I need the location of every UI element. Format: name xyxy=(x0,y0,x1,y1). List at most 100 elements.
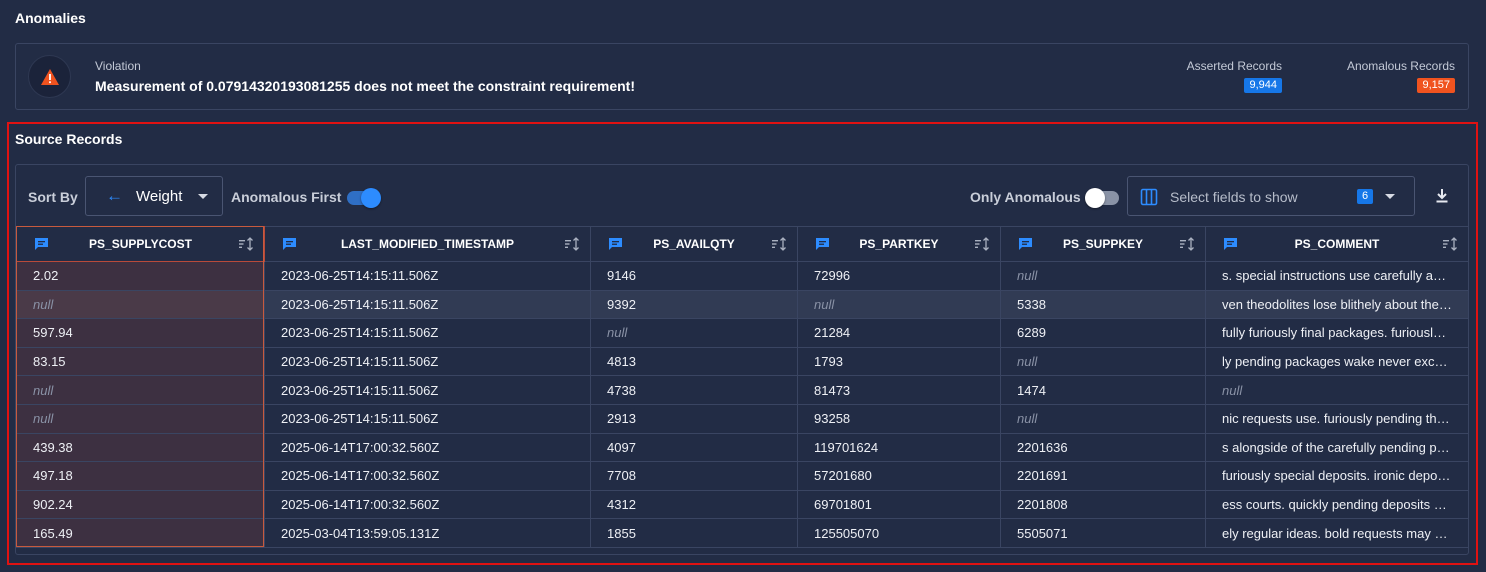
warning-triangle-icon xyxy=(40,68,59,85)
table-cell: 2023-06-25T14:15:11.506Z xyxy=(264,403,591,434)
columns-icon xyxy=(1140,188,1158,206)
table-cell: 2023-06-25T14:15:11.506Z xyxy=(264,346,591,377)
table-row[interactable]: null 2023-06-25T14:15:11.506Z 2913 93258 nul… xyxy=(16,403,1469,434)
violation-label: Violation xyxy=(95,59,141,73)
download-icon[interactable] xyxy=(1432,186,1452,206)
table-cell: 497.18 xyxy=(16,461,265,491)
table-cell: null xyxy=(1000,261,1206,291)
violation-message: Measurement of 0.07914320193081255 does … xyxy=(95,78,635,94)
sort-icon[interactable] xyxy=(564,237,580,251)
anomalies-title: Anomalies xyxy=(15,10,86,26)
table-cell: 902.24 xyxy=(16,489,265,520)
table-cell: 2025-03-04T13:59:05.131Z xyxy=(264,518,591,548)
table-cell: 2025-06-14T17:00:32.560Z xyxy=(264,432,591,463)
table-cell: 4738 xyxy=(590,375,798,405)
toggle-knob xyxy=(1085,188,1105,208)
column-header-label: LAST_MODIFIED_TIMESTAMP xyxy=(340,237,515,251)
comment-icon[interactable] xyxy=(34,237,49,251)
column-header[interactable]: LAST_MODIFIED_TIMESTAMP xyxy=(264,226,591,262)
column-header[interactable]: PS_AVAILQTY xyxy=(590,226,798,262)
table-cell: ess courts. quickly pending deposits sly… xyxy=(1205,489,1469,520)
anomalous-first-label: Anomalous First xyxy=(231,189,342,205)
table-cell: ely regular ideas. bold requests may eat… xyxy=(1205,518,1469,548)
table-cell: 119701624 xyxy=(797,432,1001,463)
sort-icon[interactable] xyxy=(974,237,990,251)
table-cell: 1793 xyxy=(797,346,1001,377)
comment-icon[interactable] xyxy=(1018,237,1033,251)
select-fields-dropdown[interactable]: Select fields to show 6 xyxy=(1127,176,1415,216)
comment-icon[interactable] xyxy=(282,237,297,251)
table-row[interactable]: 497.18 2025-06-14T17:00:32.560Z 7708 572016… xyxy=(16,461,1469,491)
table-cell: null xyxy=(797,289,1001,320)
sort-by-label: Sort By xyxy=(28,189,78,205)
anomalous-records-label: Anomalous Records xyxy=(1346,59,1455,73)
column-header[interactable]: PS_COMMENT xyxy=(1205,226,1469,262)
table-cell: 2201691 xyxy=(1000,461,1206,491)
table-cell: 2201808 xyxy=(1000,489,1206,520)
table-cell: fully furiously final packages. furiousl… xyxy=(1205,318,1469,348)
table-cell: null xyxy=(16,403,265,434)
column-header[interactable]: PS_SUPPKEY xyxy=(1000,226,1206,262)
table-cell: null xyxy=(1000,346,1206,377)
table-cell: 81473 xyxy=(797,375,1001,405)
table-cell: 2023-06-25T14:15:11.506Z xyxy=(264,289,591,320)
table-row[interactable]: null 2023-06-25T14:15:11.506Z 9392 null 5338… xyxy=(16,289,1469,320)
anomalous-first-toggle[interactable] xyxy=(347,188,381,208)
asserted-records-label: Asserted Records xyxy=(1186,59,1282,73)
table-cell: 2023-06-25T14:15:11.506Z xyxy=(264,375,591,405)
only-anomalous-label: Only Anomalous xyxy=(970,189,1081,205)
sort-icon[interactable] xyxy=(1179,237,1195,251)
table-cell: null xyxy=(1000,403,1206,434)
comment-icon[interactable] xyxy=(815,237,830,251)
column-header[interactable]: PS_SUPPLYCOST xyxy=(16,226,265,262)
table-cell: null xyxy=(1205,375,1469,405)
sort-by-select[interactable]: ← Weight xyxy=(85,176,223,216)
comment-icon[interactable] xyxy=(1223,237,1238,251)
source-records-title: Source Records xyxy=(15,131,123,147)
column-header[interactable]: PS_PARTKEY xyxy=(797,226,1001,262)
select-fields-placeholder: Select fields to show xyxy=(1170,189,1298,205)
selected-fields-count: 6 xyxy=(1357,189,1374,204)
only-anomalous-toggle[interactable] xyxy=(1085,188,1119,208)
comment-icon[interactable] xyxy=(608,237,623,251)
table-cell: 72996 xyxy=(797,261,1001,291)
table-cell: 2.02 xyxy=(16,261,265,291)
table-row[interactable]: 902.24 2025-06-14T17:00:32.560Z 4312 697018… xyxy=(16,489,1469,520)
table-cell: 2025-06-14T17:00:32.560Z xyxy=(264,489,591,520)
table-cell: ven theodolites lose blithely about the … xyxy=(1205,289,1469,320)
table-cell: 4097 xyxy=(590,432,798,463)
chevron-down-icon xyxy=(198,194,208,199)
sort-icon[interactable] xyxy=(771,237,787,251)
table-cell: 69701801 xyxy=(797,489,1001,520)
table-cell: 21284 xyxy=(797,318,1001,348)
table-cell: 6289 xyxy=(1000,318,1206,348)
sort-icon[interactable] xyxy=(238,237,254,251)
anomalous-records-stat: Anomalous Records 9,157 xyxy=(1347,59,1455,93)
table-cell: nic requests use. furiously pending theo… xyxy=(1205,403,1469,434)
asserted-records-badge: 9,944 xyxy=(1244,78,1282,93)
table-cell: 2023-06-25T14:15:11.506Z xyxy=(264,318,591,348)
anomalous-records-badge: 9,157 xyxy=(1417,78,1455,93)
table-row[interactable]: 2.02 2023-06-25T14:15:11.506Z 9146 72996 nul… xyxy=(16,261,1469,291)
table-row[interactable]: 83.15 2023-06-25T14:15:11.506Z 4813 1793 nul… xyxy=(16,346,1469,377)
table-cell: 125505070 xyxy=(797,518,1001,548)
table-cell: 165.49 xyxy=(16,518,265,548)
source-records-panel: Sort By ← Weight Anomalous First Only An… xyxy=(15,164,1469,555)
table-cell: 7708 xyxy=(590,461,798,491)
sort-by-value: Weight xyxy=(136,187,183,205)
table-cell: 2201636 xyxy=(1000,432,1206,463)
chevron-down-icon xyxy=(1385,194,1395,199)
column-header-label: PS_SUPPLYCOST xyxy=(89,237,192,251)
arrow-left-icon: ← xyxy=(106,186,123,205)
table-cell: null xyxy=(16,375,265,405)
table-cell: 5505071 xyxy=(1000,518,1206,548)
table-row[interactable]: null 2023-06-25T14:15:11.506Z 4738 81473 147… xyxy=(16,375,1469,405)
table-cell: 83.15 xyxy=(16,346,265,377)
table-row[interactable]: 165.49 2025-03-04T13:59:05.131Z 1855 125505… xyxy=(16,518,1469,548)
table-cell: 9392 xyxy=(590,289,798,320)
table-row[interactable]: 439.38 2025-06-14T17:00:32.560Z 4097 119701… xyxy=(16,432,1469,463)
sort-icon[interactable] xyxy=(1442,237,1458,251)
table-row[interactable]: 597.94 2023-06-25T14:15:11.506Z null 21284 6… xyxy=(16,318,1469,348)
table-cell: 5338 xyxy=(1000,289,1206,320)
table-cell: s alongside of the carefully pending pac… xyxy=(1205,432,1469,463)
